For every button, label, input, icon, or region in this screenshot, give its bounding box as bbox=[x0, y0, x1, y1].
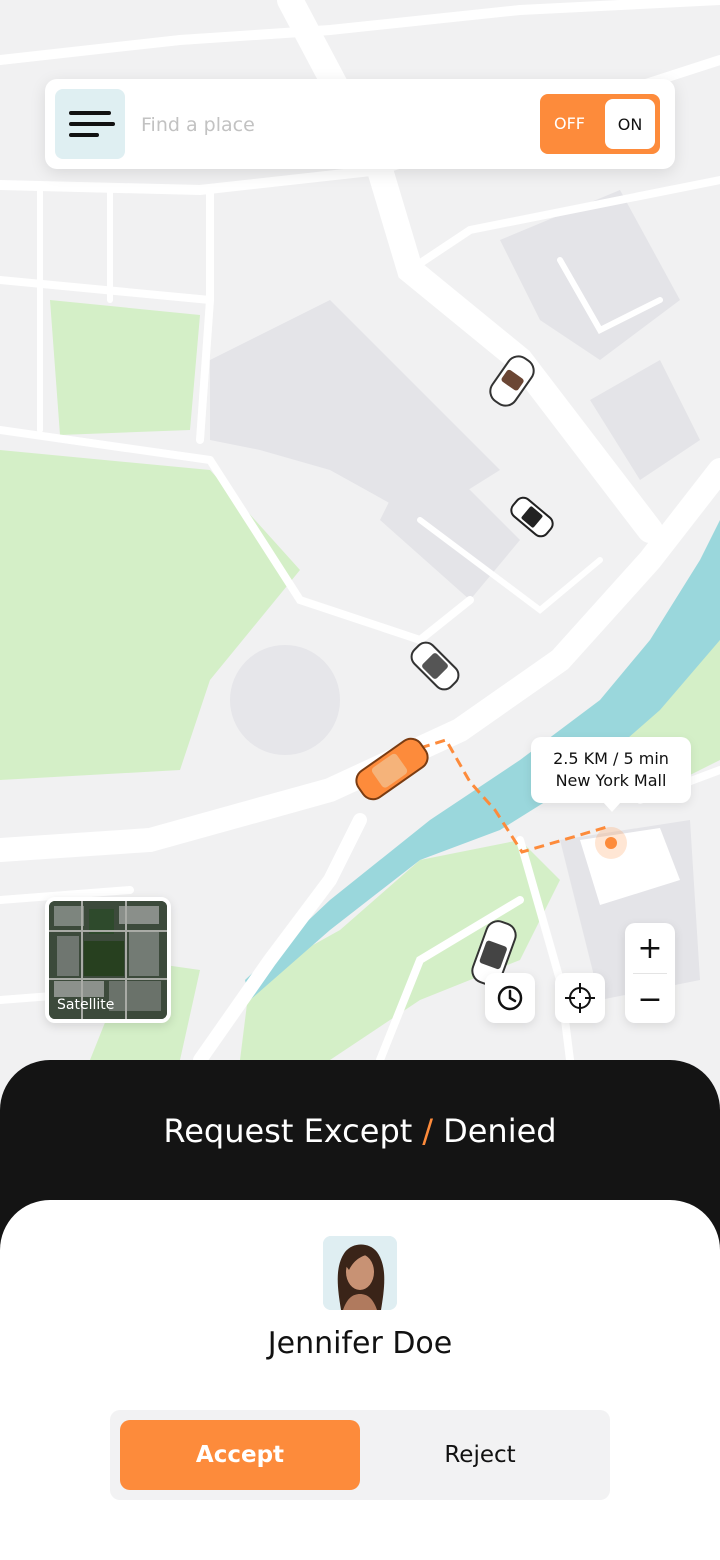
car-icon bbox=[355, 737, 429, 801]
avatar bbox=[323, 1236, 397, 1310]
locate-me-button[interactable] bbox=[555, 973, 605, 1023]
route-destination: New York Mall bbox=[555, 771, 667, 790]
clock-icon bbox=[497, 985, 523, 1011]
online-toggle[interactable]: OFF ON bbox=[540, 94, 660, 154]
park-area bbox=[50, 300, 200, 435]
avatar-image bbox=[323, 1236, 397, 1310]
menu-icon-line bbox=[69, 122, 115, 126]
car-icon bbox=[410, 641, 460, 691]
history-button[interactable] bbox=[485, 973, 535, 1023]
zoom-out-button[interactable]: − bbox=[625, 974, 675, 1024]
toggle-on-knob: ON bbox=[605, 99, 655, 149]
search-input[interactable] bbox=[141, 107, 521, 143]
reject-button[interactable]: Reject bbox=[360, 1420, 600, 1490]
search-bar: OFF ON bbox=[45, 79, 675, 169]
accept-button[interactable]: Accept bbox=[120, 1420, 360, 1490]
sheet-title-separator: / bbox=[422, 1112, 434, 1150]
toggle-off-label: OFF bbox=[554, 114, 585, 133]
route-distance-time: 2.5 KM / 5 min bbox=[553, 749, 669, 768]
action-bar: Accept Reject bbox=[110, 1410, 610, 1500]
menu-icon bbox=[69, 111, 111, 115]
sheet-title-left: Request Except bbox=[163, 1112, 413, 1150]
map-view[interactable]: OFF ON 2.5 KM / 5 min New York Mall Sate… bbox=[0, 0, 720, 1100]
rider-name: Jennifer Doe bbox=[267, 1326, 453, 1361]
route-info-box: 2.5 KM / 5 min New York Mall bbox=[531, 737, 691, 812]
menu-button[interactable] bbox=[55, 89, 125, 159]
sheet-title: Request Except / Denied bbox=[0, 1112, 720, 1150]
satellite-toggle[interactable]: Satellite bbox=[45, 897, 171, 1023]
sheet-title-right: Denied bbox=[443, 1112, 557, 1150]
car-icon bbox=[510, 496, 554, 538]
menu-icon-line bbox=[69, 133, 99, 137]
zoom-control: + − bbox=[625, 923, 675, 1023]
crosshair-icon bbox=[565, 983, 595, 1013]
landmark-circle bbox=[230, 645, 340, 755]
satellite-label: Satellite bbox=[57, 997, 115, 1013]
destination-dot bbox=[605, 837, 617, 849]
zoom-in-button[interactable]: + bbox=[625, 923, 675, 973]
